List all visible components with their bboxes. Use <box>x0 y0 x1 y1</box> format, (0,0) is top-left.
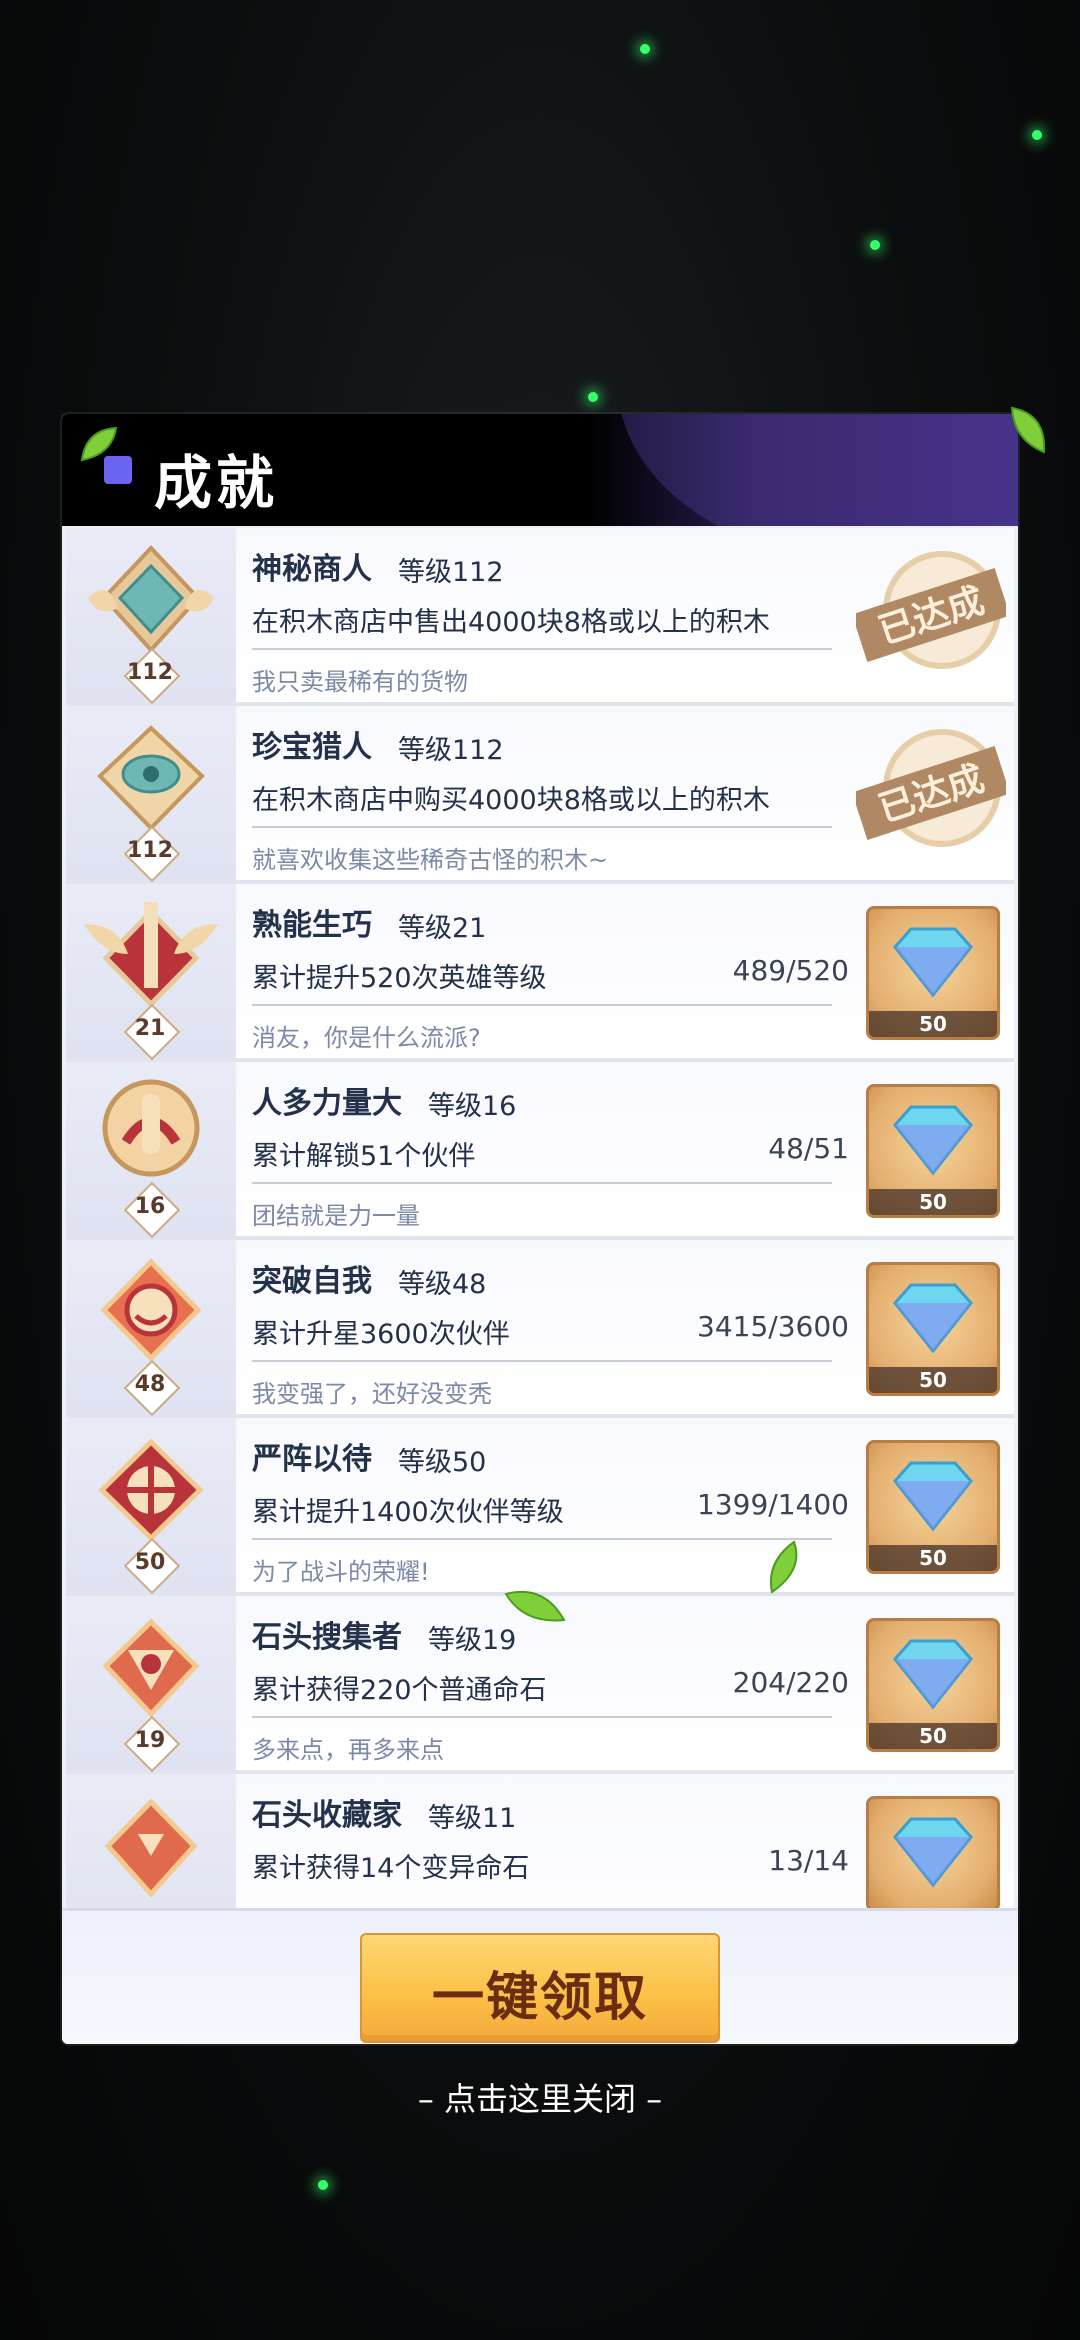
badge-cell: 48 <box>66 1240 236 1417</box>
panel-footer: 一键领取 <box>62 1908 1018 2044</box>
achievement-grade: 等级11 <box>428 1803 517 1834</box>
achievement-desc: 累计提升1400次伙伴等级 <box>252 1497 564 1528</box>
badge-cell: 16 <box>66 1062 236 1239</box>
reward-quantity: 50 <box>869 1545 997 1571</box>
achievement-row: 112 神秘商人 等级112 在积木商店中售出4000块8格或以上的积木 我只卖… <box>66 528 1014 706</box>
achievement-grade: 等级112 <box>398 557 504 588</box>
achievement-progress: 489/520 <box>732 954 849 987</box>
achievement-badge-icon <box>104 1798 198 1898</box>
achievement-progress: 13/14 <box>768 1844 849 1877</box>
achievements-panel: 成就 112 神秘商人 等级112 在积木商店中售出4000块8格或以上的积木 … <box>62 414 1018 2044</box>
badge-cell: 19 <box>66 1596 236 1773</box>
reward-quantity: 50 <box>869 1367 997 1393</box>
achievement-progress: 1399/1400 <box>697 1488 849 1521</box>
diamond-icon <box>893 1461 973 1532</box>
achievement-grade: 等级48 <box>398 1269 487 1300</box>
achievement-row: 112 珍宝猎人 等级112 在积木商店中购买4000块8格或以上的积木 就喜欢… <box>66 706 1014 884</box>
badge-cell <box>66 1774 236 1908</box>
reward-claim-button[interactable] <box>866 1796 1000 1908</box>
achievement-grade: 等级50 <box>398 1447 487 1478</box>
close-hint[interactable]: – 点击这里关闭 – <box>0 2074 1080 2120</box>
leaf-icon <box>770 1540 798 1594</box>
reward-quantity: 50 <box>869 1189 997 1215</box>
claim-all-button[interactable]: 一键领取 <box>360 1933 720 2043</box>
achievement-flavor: 团结就是力一量 <box>252 1202 420 1230</box>
badge-level: 19 <box>134 1728 166 1753</box>
badge-level: 112 <box>127 660 173 685</box>
panel-header: 成就 <box>62 414 1018 526</box>
badge-level: 50 <box>134 1550 166 1575</box>
achievement-desc: 在积木商店中售出4000块8格或以上的积木 <box>252 607 770 638</box>
achievement-desc: 累计获得14个变异命石 <box>252 1853 530 1884</box>
diamond-icon <box>893 927 973 998</box>
achievement-progress: 3415/3600 <box>697 1310 849 1343</box>
sparkle <box>870 240 880 250</box>
achievement-flavor: 多来点，再多来点 <box>252 1736 444 1764</box>
reward-claim-button[interactable]: 50 <box>866 1440 1000 1574</box>
achievement-desc: 在积木商店中购买4000块8格或以上的积木 <box>252 785 770 816</box>
achievement-name: 人多力量大 <box>252 1086 402 1121</box>
achievement-row: 石头收藏家 等级11 累计获得14个变异命石 13/14 <box>66 1774 1014 1908</box>
badge-cell: 112 <box>66 528 236 705</box>
reward-quantity: 50 <box>869 1723 997 1749</box>
leaf-icon <box>504 1590 566 1622</box>
achievement-row: 48 突破自我 等级48 累计升星3600次伙伴 3415/3600 我变强了，… <box>66 1240 1014 1418</box>
diamond-icon <box>893 1639 973 1710</box>
sparkle <box>640 44 650 54</box>
achievement-grade: 等级16 <box>428 1091 517 1122</box>
achievement-grade: 等级21 <box>398 913 487 944</box>
achievement-grade: 等级112 <box>398 735 504 766</box>
diamond-icon <box>893 1283 973 1354</box>
diamond-icon <box>893 1105 973 1176</box>
diamond-icon <box>893 1817 973 1888</box>
achievement-desc: 累计获得220个普通命石 <box>252 1675 547 1706</box>
achievement-name: 石头收藏家 <box>252 1798 402 1833</box>
achievement-flavor: 我变强了，还好没变秃 <box>252 1380 492 1408</box>
panel-title: 成就 <box>154 449 279 517</box>
achievement-name: 严阵以待 <box>252 1442 372 1477</box>
reward-quantity: 50 <box>869 1011 997 1037</box>
reward-claim-button[interactable]: 50 <box>866 1262 1000 1396</box>
achievement-flavor: 为了战斗的荣耀! <box>252 1558 430 1586</box>
badge-level: 21 <box>134 1016 166 1041</box>
leaf-icon <box>80 426 118 462</box>
achievement-name: 珍宝猎人 <box>252 730 372 765</box>
achievement-flavor: 消友，你是什么流派? <box>252 1024 481 1052</box>
achievement-desc: 累计升星3600次伙伴 <box>252 1319 510 1350</box>
achievement-flavor: 就喜欢收集这些稀奇古怪的积木~ <box>252 846 609 874</box>
claim-all-label: 一键领取 <box>431 1967 648 2028</box>
achievement-name: 突破自我 <box>252 1264 372 1299</box>
badge-level: 16 <box>134 1194 166 1219</box>
achievement-progress: 204/220 <box>732 1666 849 1699</box>
badge-cell: 21 <box>66 884 236 1061</box>
achievement-row: 16 人多力量大 等级16 累计解锁51个伙伴 48/51 团结就是力一量 50 <box>66 1062 1014 1240</box>
reward-claim-button[interactable]: 50 <box>866 1084 1000 1218</box>
achievement-desc: 累计提升520次英雄等级 <box>252 963 547 994</box>
badge-level: 48 <box>134 1372 166 1397</box>
completed-stamp-icon: 已达成 <box>856 729 1006 847</box>
badge-cell: 112 <box>66 706 236 883</box>
completed-stamp-icon: 已达成 <box>856 551 1006 669</box>
sparkle <box>588 392 598 402</box>
achievement-row: 50 严阵以待 等级50 累计提升1400次伙伴等级 1399/1400 为了战… <box>66 1418 1014 1596</box>
badge-level: 112 <box>127 838 173 863</box>
sparkle <box>1032 130 1042 140</box>
achievement-flavor: 我只卖最稀有的货物 <box>252 668 468 696</box>
achievement-desc: 累计解锁51个伙伴 <box>252 1141 476 1172</box>
achievement-name: 熟能生巧 <box>252 908 372 943</box>
achievement-name: 石头搜集者 <box>252 1620 402 1655</box>
leaf-icon <box>1010 406 1046 454</box>
achievement-row: 21 熟能生巧 等级21 累计提升520次英雄等级 489/520 消友，你是什… <box>66 884 1014 1062</box>
reward-claim-button[interactable]: 50 <box>866 1618 1000 1752</box>
achievement-progress: 48/51 <box>768 1132 849 1165</box>
reward-claim-button[interactable]: 50 <box>866 906 1000 1040</box>
sparkle <box>318 2180 328 2190</box>
achievement-list[interactable]: 112 神秘商人 等级112 在积木商店中售出4000块8格或以上的积木 我只卖… <box>66 528 1014 1908</box>
badge-cell: 50 <box>66 1418 236 1595</box>
achievement-name: 神秘商人 <box>252 552 372 587</box>
